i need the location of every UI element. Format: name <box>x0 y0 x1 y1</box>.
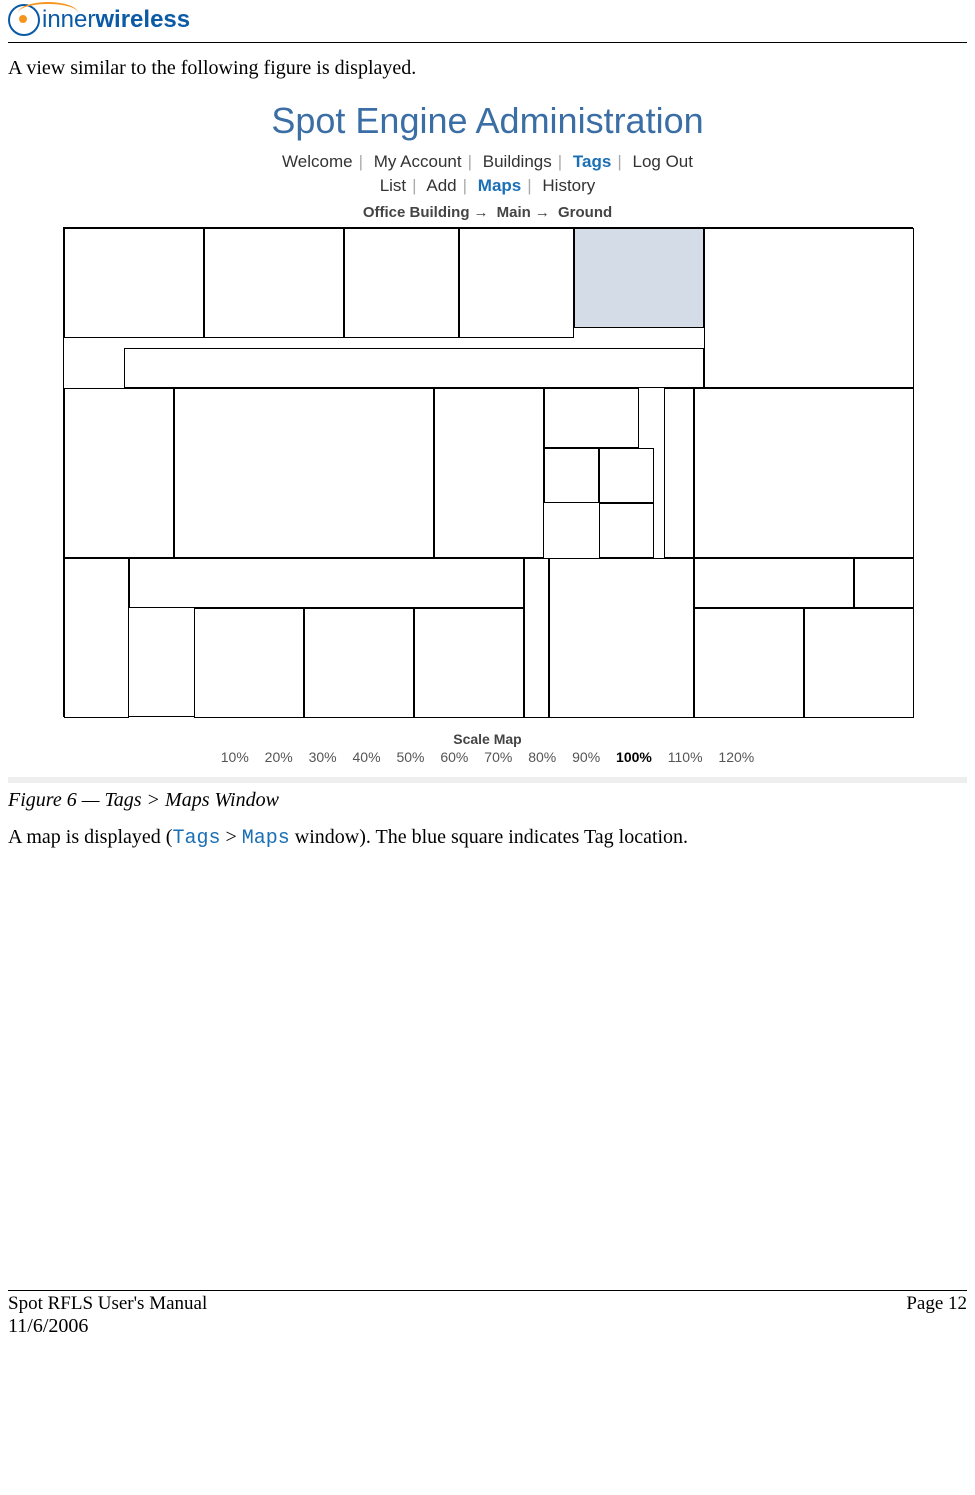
nav-tags[interactable]: Tags <box>573 152 611 171</box>
nav-my-account[interactable]: My Account <box>374 152 462 171</box>
room <box>544 388 639 448</box>
scale-60[interactable]: 60% <box>440 749 468 765</box>
room <box>599 448 654 503</box>
intro-paragraph: A view similar to the following figure i… <box>8 57 967 80</box>
app-title: Spot Engine Administration <box>8 90 967 148</box>
room <box>459 228 574 338</box>
room <box>174 388 434 558</box>
header-rule <box>8 42 967 43</box>
room <box>549 558 694 718</box>
room <box>64 228 204 338</box>
scale-80[interactable]: 80% <box>528 749 556 765</box>
scale-10[interactable]: 10% <box>221 749 249 765</box>
room <box>694 558 854 608</box>
page-footer: Spot RFLS User's Manual Page 12 11/6/200… <box>8 1290 967 1338</box>
scale-50[interactable]: 50% <box>396 749 424 765</box>
subnav-history[interactable]: History <box>542 176 595 195</box>
room <box>599 503 654 558</box>
room <box>704 228 914 388</box>
subnav-maps[interactable]: Maps <box>478 176 521 195</box>
secondary-nav: List| Add| Maps| History <box>8 176 967 196</box>
scale-70[interactable]: 70% <box>484 749 512 765</box>
nav-log-out[interactable]: Log Out <box>632 152 693 171</box>
room <box>544 448 599 503</box>
room <box>304 608 414 718</box>
floor-map[interactable] <box>63 227 913 717</box>
room <box>694 608 804 718</box>
room <box>804 608 914 718</box>
footer-date: 11/6/2006 <box>8 1315 967 1338</box>
scale-options: 10% 20% 30% 40% 50% 60% 70% 80% 90% 100%… <box>8 749 967 765</box>
code-tags: Tags <box>172 827 220 850</box>
scale-40[interactable]: 40% <box>353 749 381 765</box>
scale-label: Scale Map <box>8 731 967 747</box>
room <box>854 558 914 608</box>
scale-120[interactable]: 120% <box>718 749 754 765</box>
scale-30[interactable]: 30% <box>309 749 337 765</box>
logo-mark-icon <box>8 4 40 36</box>
code-maps: Maps <box>242 827 290 850</box>
scale-110[interactable]: 110% <box>668 749 703 765</box>
room <box>434 388 544 558</box>
figure-container: Spot Engine Administration Welcome| My A… <box>8 90 967 783</box>
body-paragraph: A map is displayed (Tags > Maps window).… <box>8 826 967 850</box>
footer-page: Page 12 <box>906 1293 967 1315</box>
room <box>344 228 459 338</box>
room <box>64 558 129 718</box>
nav-welcome[interactable]: Welcome <box>282 152 353 171</box>
brand-logo: innerwireless <box>8 4 967 36</box>
room <box>414 608 524 718</box>
breadcrumb-1[interactable]: Office Building <box>363 204 470 221</box>
logo-text-2: wireless <box>95 6 190 33</box>
breadcrumb-2[interactable]: Main <box>497 204 531 221</box>
room <box>524 558 549 718</box>
breadcrumb-3[interactable]: Ground <box>558 204 612 221</box>
corridor <box>124 348 704 388</box>
room <box>204 228 344 338</box>
corridor <box>664 388 694 558</box>
footer-manual: Spot RFLS User's Manual <box>8 1293 207 1315</box>
tag-location[interactable] <box>574 228 704 328</box>
scale-90[interactable]: 90% <box>572 749 600 765</box>
figure-caption: Figure 6 — Tags > Maps Window <box>8 789 967 812</box>
corridor <box>129 558 524 608</box>
scale-100[interactable]: 100% <box>616 749 652 765</box>
room <box>64 388 174 558</box>
room <box>194 608 304 718</box>
subnav-add[interactable]: Add <box>426 176 456 195</box>
nav-buildings[interactable]: Buildings <box>483 152 552 171</box>
room <box>694 388 914 558</box>
subnav-list[interactable]: List <box>380 176 406 195</box>
breadcrumb: Office Building→ Main→ Ground <box>8 204 967 221</box>
primary-nav: Welcome| My Account| Buildings| Tags| Lo… <box>8 152 967 172</box>
scale-20[interactable]: 20% <box>265 749 293 765</box>
